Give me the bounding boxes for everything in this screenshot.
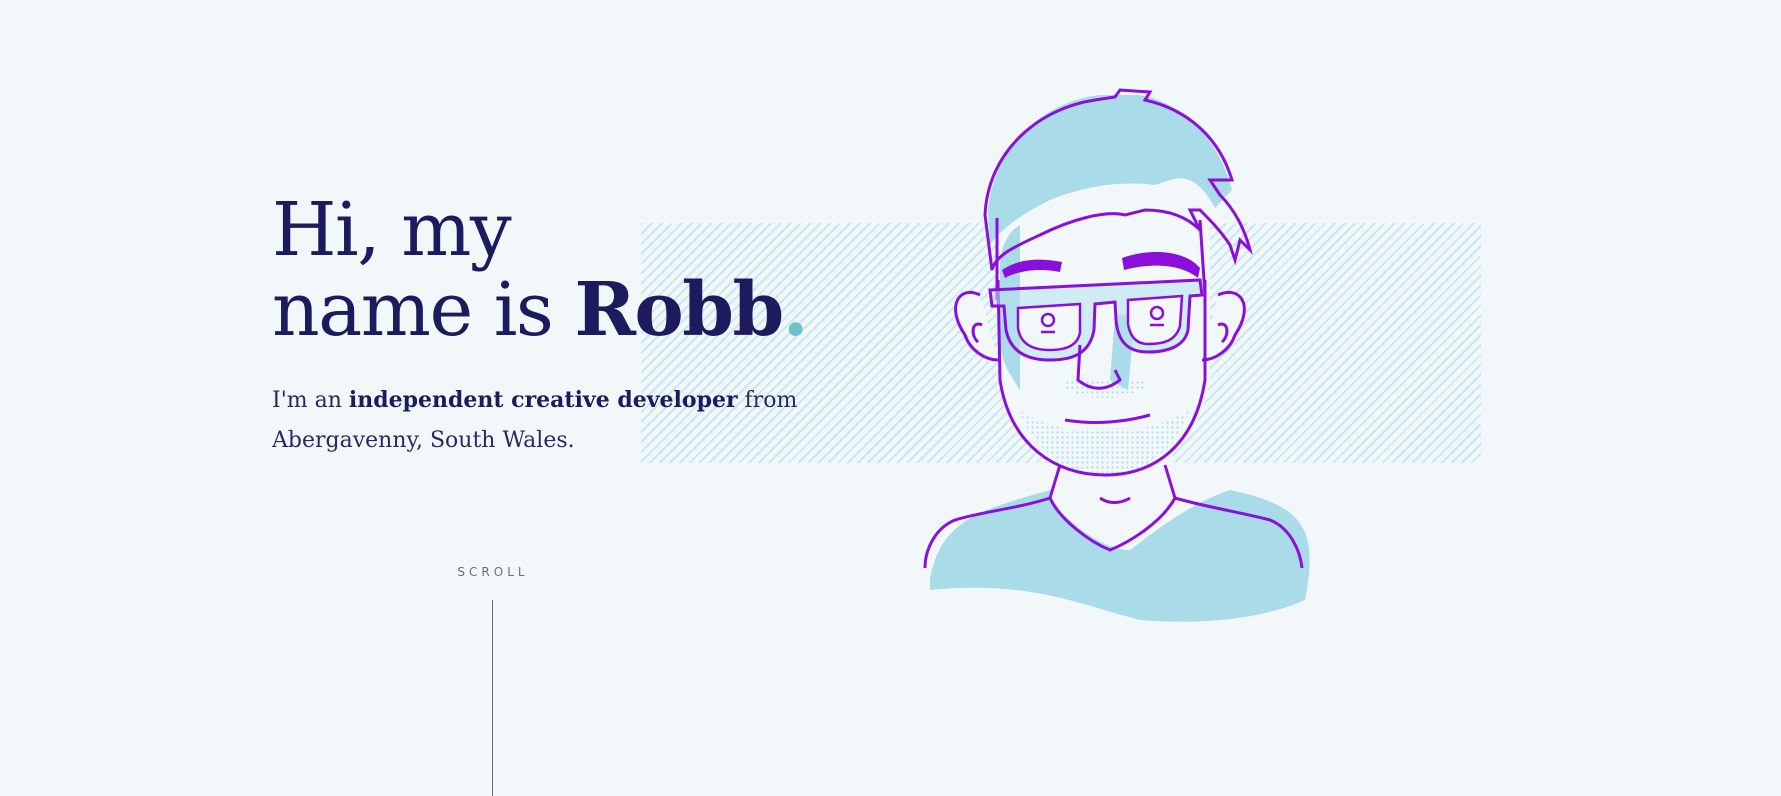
hero-dot: . [782, 267, 809, 353]
hero-title-line-2: name is Robb. [272, 267, 809, 353]
intro-highlight: independent creative developer [348, 387, 738, 413]
scroll-label: SCROLL [457, 565, 529, 579]
intro-text: I'm an independent creative developer fr… [272, 380, 812, 461]
scroll-indicator[interactable]: SCROLL [440, 565, 546, 796]
hero-title-prefix: name is [272, 267, 575, 353]
intro-prefix: I'm an [272, 388, 349, 413]
hero-title-line-1: Hi, my [272, 187, 512, 273]
hero-name: Robb [574, 267, 784, 353]
developer-portrait-icon [923, 88, 1310, 622]
hero-title: Hi, my name is Robb. [272, 187, 809, 353]
scroll-line [492, 600, 493, 796]
